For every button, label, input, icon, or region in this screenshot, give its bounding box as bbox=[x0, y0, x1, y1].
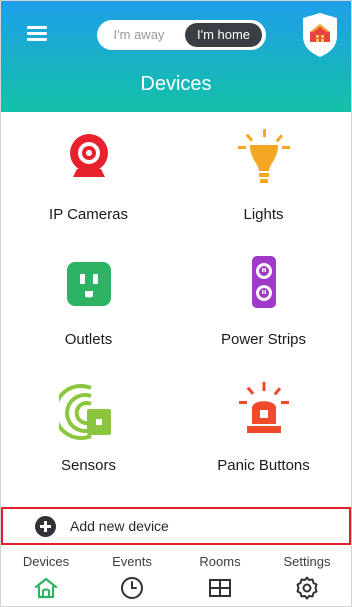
hamburger-menu-icon[interactable] bbox=[27, 25, 47, 43]
device-category-label: Outlets bbox=[64, 331, 113, 348]
device-category-ip-cameras[interactable]: IP Cameras bbox=[1, 129, 176, 257]
device-category-label: Panic Buttons bbox=[217, 457, 310, 474]
camera-icon bbox=[69, 134, 108, 177]
tab-settings[interactable]: Settings bbox=[263, 547, 351, 606]
light-bulb-icon bbox=[237, 129, 290, 183]
page-title: Devices bbox=[140, 73, 212, 95]
tab-label: Devices bbox=[22, 554, 70, 569]
device-category-lights[interactable]: Lights bbox=[176, 129, 351, 257]
security-shield-icon[interactable] bbox=[302, 12, 338, 58]
device-category-power-strips[interactable]: Power Strips bbox=[176, 256, 351, 384]
bottom-tab-bar: Devices Events Rooms Settings bbox=[1, 547, 351, 606]
outlet-icon bbox=[66, 262, 111, 306]
tab-devices[interactable]: Devices bbox=[2, 547, 90, 606]
device-category-sensors[interactable]: Sensors bbox=[1, 382, 176, 510]
plus-circle-icon bbox=[35, 516, 56, 537]
gear-icon bbox=[296, 576, 318, 600]
tab-events[interactable]: Events bbox=[88, 547, 176, 606]
tab-label: Events bbox=[112, 554, 152, 569]
clock-icon bbox=[121, 577, 143, 599]
tab-label: Settings bbox=[283, 554, 331, 569]
mode-home-option[interactable]: I'm home bbox=[185, 23, 262, 47]
tab-rooms[interactable]: Rooms bbox=[176, 547, 264, 606]
power-strip-icon bbox=[251, 256, 276, 308]
rooms-grid-icon bbox=[209, 579, 231, 597]
app-screen: I'm away I'm home Devices IP Cameras Lig… bbox=[0, 0, 352, 607]
away-home-toggle[interactable]: I'm away I'm home bbox=[97, 20, 266, 50]
device-category-label: Lights bbox=[243, 206, 284, 223]
add-new-device-label: Add new device bbox=[70, 518, 169, 534]
device-category-panic-buttons[interactable]: Panic Buttons bbox=[176, 382, 351, 510]
sensor-icon bbox=[58, 384, 111, 440]
device-category-outlets[interactable]: Outlets bbox=[1, 256, 176, 384]
device-category-label: Sensors bbox=[60, 457, 117, 474]
add-new-device-button[interactable]: Add new device bbox=[1, 507, 351, 545]
header: I'm away I'm home Devices bbox=[1, 1, 351, 112]
home-icon bbox=[34, 577, 58, 599]
mode-away-option[interactable]: I'm away bbox=[101, 23, 177, 47]
device-category-label: Power Strips bbox=[220, 331, 307, 348]
panic-button-icon bbox=[238, 382, 289, 433]
tab-label: Rooms bbox=[199, 554, 241, 569]
device-category-label: IP Cameras bbox=[49, 206, 128, 223]
